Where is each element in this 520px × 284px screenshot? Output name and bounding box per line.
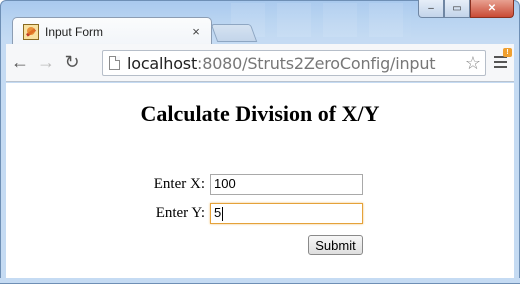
- browser-toolbar: ← → ↻ localhost:8080/Struts2ZeroConfig/i…: [6, 44, 514, 82]
- maximize-button[interactable]: ▭: [444, 0, 470, 18]
- tab-title: Input Form: [45, 24, 104, 39]
- reload-button[interactable]: ↻: [60, 51, 84, 75]
- window-controls: ‒ ▭ ✕: [418, 0, 514, 18]
- minimize-button[interactable]: ‒: [418, 0, 444, 18]
- address-bar[interactable]: localhost:8080/Struts2ZeroConfig/input ☆: [102, 50, 486, 76]
- page-icon: [109, 56, 120, 70]
- y-input[interactable]: 5: [210, 203, 363, 224]
- x-label: Enter X:: [153, 176, 205, 192]
- x-row: Enter X: 100: [145, 174, 363, 195]
- y-input-value: 5: [214, 205, 222, 220]
- window-edge-right: [514, 44, 520, 284]
- back-button[interactable]: ←: [8, 51, 32, 75]
- text-caret: [222, 206, 224, 221]
- menu-bar-icon: [493, 61, 507, 63]
- close-window-button[interactable]: ✕: [470, 0, 514, 18]
- x-input[interactable]: 100: [210, 174, 363, 195]
- menu-bar-icon: [493, 66, 507, 68]
- page-title: Calculate Division of X/Y: [140, 101, 380, 126]
- forward-button[interactable]: →: [34, 51, 58, 75]
- window-edge-bottom: [0, 278, 520, 284]
- new-tab-button[interactable]: [210, 24, 258, 42]
- url-path: :8080/Struts2ZeroConfig/input: [197, 53, 436, 73]
- update-badge-icon: !: [503, 48, 512, 57]
- favicon-icon: [23, 23, 39, 40]
- chrome-menu-button[interactable]: !: [490, 48, 512, 72]
- submit-button[interactable]: Submit: [308, 235, 363, 255]
- y-row: Enter Y: 5: [145, 203, 363, 224]
- bookmark-star-icon[interactable]: ☆: [465, 53, 481, 74]
- url-host: localhost: [127, 53, 198, 73]
- page-content: Calculate Division of X/Y Enter X: 100 E…: [6, 83, 514, 278]
- y-label: Enter Y:: [155, 205, 205, 221]
- browser-tab[interactable]: Input Form ×: [12, 17, 212, 45]
- url-text[interactable]: localhost:8080/Struts2ZeroConfig/input: [127, 54, 465, 73]
- tab-close-icon[interactable]: ×: [189, 24, 203, 39]
